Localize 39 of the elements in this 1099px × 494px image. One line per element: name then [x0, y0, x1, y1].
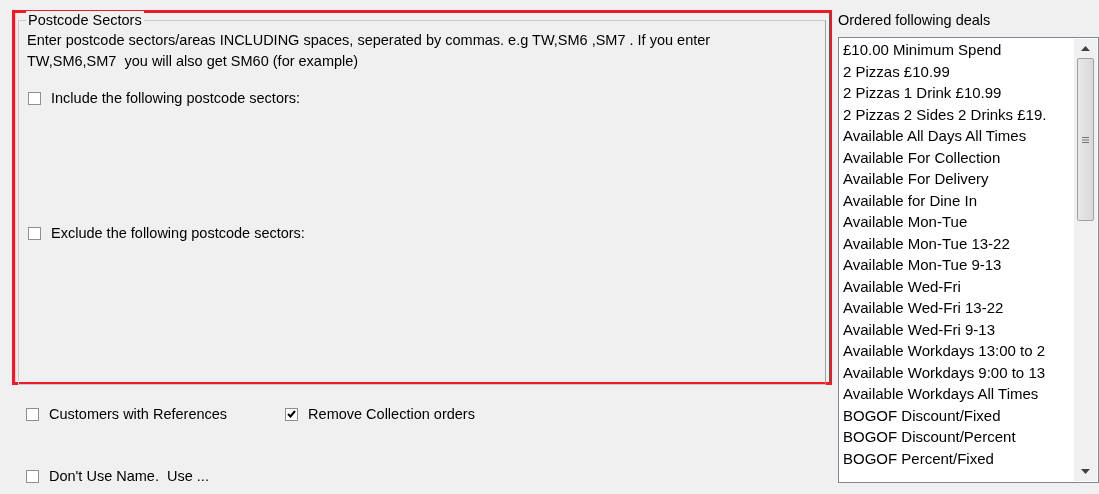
deals-listbox[interactable] [838, 37, 1099, 483]
checkbox[interactable] [26, 469, 39, 483]
grip-icon [1082, 136, 1089, 143]
instruction-text: Enter postcode sectors/areas INCLUDING spaces, seperated by commas. e.g TW,SM6 ,SM7 . If you enter [27, 31, 712, 50]
checkbox-label: Include the following postcode sectors: [51, 90, 301, 106]
checkbox-label: Customers with References [49, 406, 228, 422]
list-item[interactable]: Available Workdays 13:00 to 2 [843, 340, 1074, 362]
list-item[interactable]: 2 Pizzas 2 Sides 2 Drinks £19. [843, 103, 1074, 125]
list-item[interactable]: 2 Pizzas 1 Drink £10.99 [843, 82, 1074, 104]
list-item[interactable]: Available Mon-Tue 13-22 [843, 232, 1074, 254]
checkbox-label: Exclude the following postcode sectors: [51, 225, 305, 241]
list-item[interactable]: £10.00 Minimum Spend [843, 39, 1074, 61]
checkbox-label: Don't Use Name. Use ... [49, 468, 209, 484]
list-item[interactable]: Available All Days All Times [843, 125, 1074, 147]
instruction-text: TW,SM6,SM7 you will also get SM60 (for example) [27, 52, 360, 71]
scroll-down-icon[interactable] [1081, 469, 1090, 474]
list-item[interactable]: Available Wed-Fri 9-13 [843, 318, 1074, 340]
checkbox-label: Remove Collection orders [308, 406, 475, 422]
list-item[interactable]: Available Workdays 9:00 to 13 [843, 361, 1074, 383]
list-item[interactable]: 2 Pizzas £10.99 [843, 60, 1074, 82]
list-item[interactable]: BOGOF Discount/Fixed [843, 404, 1074, 426]
list-item[interactable]: Available Mon-Tue 9-13 [843, 254, 1074, 276]
list-label: Ordered following deals [838, 11, 992, 30]
checkbox[interactable] [285, 407, 299, 421]
list-item[interactable]: BOGOF Discount/Percent [843, 426, 1074, 448]
list-item[interactable]: Available For Delivery [843, 168, 1074, 190]
scroll-up-icon[interactable] [1081, 46, 1090, 51]
scroll-thumb[interactable] [1077, 58, 1094, 221]
list-item[interactable]: Available For Collection [843, 146, 1074, 168]
list-item[interactable]: Available for Dine In [843, 189, 1074, 211]
list-item[interactable]: Available Wed-Fri [843, 275, 1074, 297]
list-item[interactable]: Available Mon-Tue [843, 211, 1074, 233]
checkbox[interactable] [28, 91, 41, 105]
list-item[interactable]: Available Wed-Fri 13-22 [843, 297, 1074, 319]
checkbox[interactable] [28, 226, 41, 240]
scrollbar[interactable] [1074, 39, 1097, 481]
checkbox[interactable] [26, 407, 39, 421]
list-item[interactable]: BOGOF Percent/Fixed [843, 447, 1074, 469]
list-item[interactable]: Available Workdays All Times [843, 383, 1074, 405]
